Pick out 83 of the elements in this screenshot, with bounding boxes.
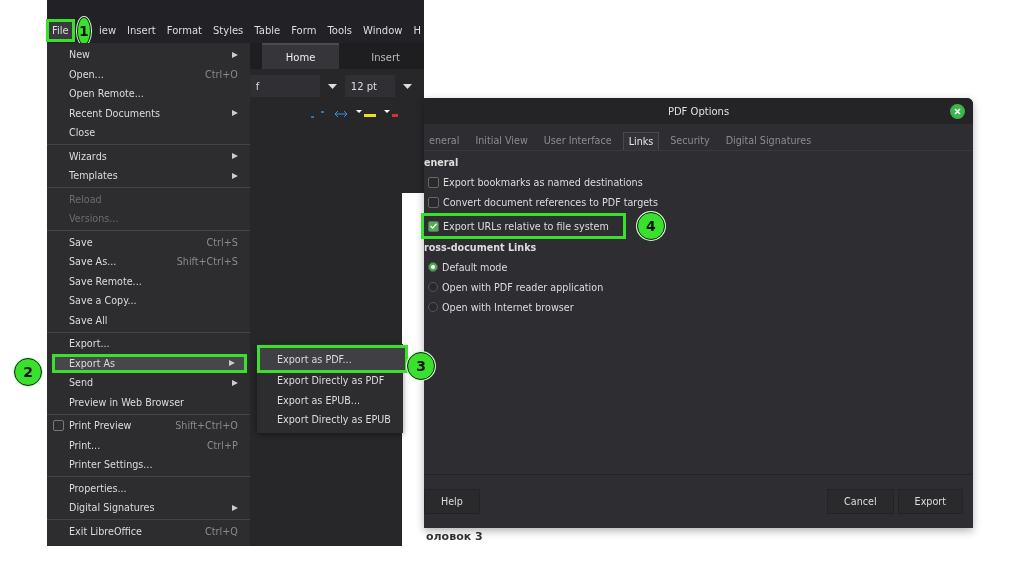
checkbox-option[interactable]: Convert document references to PDF targets [424, 192, 658, 212]
spacing-arrow-icon[interactable] [333, 110, 348, 118]
radio-button[interactable] [428, 262, 438, 272]
checkbox-option[interactable]: Export bookmarks as named destinations [424, 172, 643, 192]
menu-item[interactable]: Preview in Web Browser [47, 392, 250, 412]
submenu-item[interactable]: Export Directly as EPUB [257, 410, 403, 430]
menu-bar-item[interactable]: iew [95, 22, 120, 39]
checkbox-option[interactable]: Export URLs relative to file system [424, 216, 623, 236]
menu-item[interactable]: New [47, 45, 250, 65]
submenu-item[interactable]: Export as PDF... [259, 347, 406, 371]
ribbon-tab[interactable]: Home [261, 43, 340, 69]
font-color-icon[interactable] [383, 110, 398, 118]
document-heading: оловок 3 [426, 530, 483, 543]
menu-item[interactable]: Save Remote... [47, 271, 250, 291]
submenu-item[interactable]: Export as EPUB... [257, 390, 403, 410]
menu-bar-item[interactable]: H [410, 22, 424, 39]
menu-item[interactable]: Printer Settings... [47, 455, 250, 475]
dialog-tab[interactable]: User Interface [538, 132, 617, 150]
menu-item[interactable]: Open Remote... [47, 84, 250, 104]
submenu-arrow-icon [231, 172, 238, 179]
checkbox[interactable] [428, 220, 439, 232]
menu-item[interactable]: Exit LibreOffice Ctrl+Q [47, 521, 250, 541]
menu-bar-item[interactable]: File [49, 22, 72, 39]
submenu-item[interactable]: Export Directly as PDF [257, 371, 403, 391]
radio-option[interactable]: Open with Internet browser [424, 297, 574, 317]
menu-item[interactable]: Digital Signatures [47, 498, 250, 518]
section-heading: eneral [424, 157, 460, 168]
menu-item[interactable]: Save As... Shift+Ctrl+S [47, 252, 250, 272]
menu-bar-item[interactable]: Tools [324, 22, 356, 39]
menu-item[interactable]: Export... [47, 334, 250, 354]
menu-item[interactable]: Wizards [47, 146, 250, 166]
dropdown-caret-icon[interactable] [327, 83, 337, 89]
menu-item[interactable]: Save a Copy... [47, 291, 250, 311]
dialog-title: PDF Options [667, 105, 730, 117]
menu-item[interactable]: Print... Ctrl+P [47, 435, 250, 455]
submenu-arrow-icon [231, 51, 238, 58]
menu-bar-item[interactable]: Styles [210, 22, 247, 39]
section-heading: ross-document Links [424, 242, 538, 253]
checkbox[interactable] [428, 176, 439, 188]
dropdown-caret-icon[interactable] [402, 83, 412, 89]
menu-item[interactable]: Open... Ctrl+O [47, 64, 250, 84]
dialog-tab[interactable]: Links [622, 132, 660, 150]
dialog-button[interactable]: Export [897, 489, 963, 514]
menu-bar-item[interactable]: Table [251, 22, 284, 39]
menu-item[interactable]: Save All [47, 310, 250, 330]
menu-bar-item[interactable]: Format [163, 22, 205, 39]
help-button[interactable]: Help [424, 489, 480, 514]
menu-item[interactable]: Templates [47, 166, 250, 186]
menu-item[interactable]: Export As [52, 353, 247, 373]
menu-item[interactable]: Recent Documents [47, 103, 250, 123]
submenu-arrow-icon [228, 360, 235, 367]
menu-item[interactable]: Close [47, 123, 250, 143]
highlighter-icon[interactable] [355, 110, 376, 118]
dialog-button[interactable]: Cancel [827, 489, 894, 514]
checkbox[interactable] [428, 196, 439, 208]
superscript-icon[interactable] [309, 110, 326, 118]
menu-item[interactable]: Save Ctrl+S [47, 232, 250, 252]
submenu-arrow-icon [231, 379, 238, 386]
dialog-tab[interactable]: Initial View [470, 132, 533, 150]
submenu-arrow-icon [231, 110, 238, 117]
menu-item[interactable]: Send [47, 373, 250, 393]
submenu-arrow-icon [231, 504, 238, 511]
font-size-field[interactable]: 12 pt [344, 75, 395, 97]
radio-button[interactable] [428, 282, 438, 292]
dialog-tab[interactable]: Security [665, 132, 715, 150]
submenu-arrow-icon [231, 153, 238, 160]
menu-bar-item[interactable]: Form [288, 22, 320, 39]
menu-item[interactable]: Properties... [47, 478, 250, 498]
menu-bar-item[interactable]: Insert [124, 22, 159, 39]
checkbox[interactable] [53, 420, 64, 432]
dialog-tab[interactable]: eneral [424, 132, 465, 150]
radio-option[interactable]: Default mode [424, 257, 508, 277]
close-icon [954, 108, 961, 115]
dialog-tab[interactable]: Digital Signatures [720, 132, 817, 150]
step-badge: 4 [636, 212, 665, 240]
menu-item[interactable]: Print Preview Shift+Ctrl+O [47, 416, 250, 436]
radio-button[interactable] [428, 302, 438, 312]
step-badge: 1 [76, 17, 91, 45]
radio-option[interactable]: Open with PDF reader application [424, 277, 604, 297]
close-button[interactable] [950, 104, 965, 119]
font-name-field[interactable]: f [249, 75, 320, 97]
menu-bar-item[interactable]: Window [360, 22, 406, 39]
step-badge: 2 [14, 358, 42, 386]
